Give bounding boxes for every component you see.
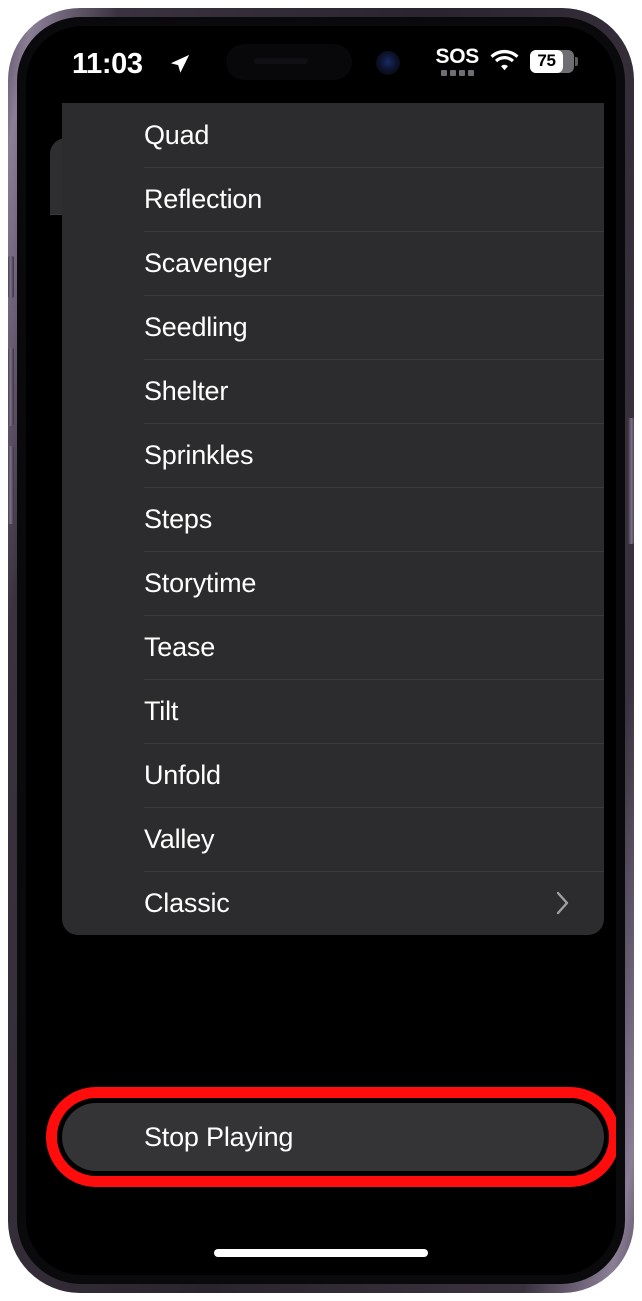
battery-level-label: 75 [537, 51, 556, 70]
home-indicator[interactable] [214, 1249, 428, 1257]
tone-list-item[interactable]: Quad [62, 103, 604, 167]
volume-up-button[interactable] [8, 348, 14, 426]
tone-list-item[interactable]: Steps [62, 487, 604, 551]
tone-list-item[interactable]: Unfold [62, 743, 604, 807]
status-bar: 11:03 SOS 75 [26, 26, 616, 110]
tone-list[interactable]: Quad Reflection Scavenger Seedling Shelter Sp… [62, 103, 604, 935]
power-button[interactable] [628, 418, 634, 544]
phone-device-frame: 11:03 SOS 75 Quad Reflection Scavenger S… [8, 8, 634, 1293]
cellular-signal-dots-icon [440, 70, 474, 76]
tone-list-item[interactable]: Seedling [62, 295, 604, 359]
sos-indicator: SOS [436, 46, 479, 76]
tone-list-item-label: Quad [144, 119, 210, 150]
stop-playing-button[interactable]: Stop Playing [62, 1103, 604, 1171]
tone-list-item[interactable]: Classic [62, 871, 604, 935]
tone-list-item-label: Tilt [144, 695, 179, 726]
tone-list-item-label: Shelter [144, 375, 229, 406]
tone-list-item-label: Classic [144, 887, 230, 918]
tone-list-item-label: Unfold [144, 759, 221, 790]
sos-label: SOS [435, 45, 480, 68]
tone-list-item-label: Steps [144, 503, 213, 534]
tone-list-item-label: Tease [144, 631, 216, 662]
tone-list-item[interactable]: Tilt [62, 679, 604, 743]
chevron-right-icon [556, 891, 569, 915]
front-camera-icon [376, 51, 400, 75]
earpiece-speaker-icon [254, 58, 308, 64]
tone-list-item-label: Valley [144, 823, 215, 854]
tone-list-item[interactable]: Valley [62, 807, 604, 871]
tone-list-item[interactable]: Storytime [62, 551, 604, 615]
status-time: 11:03 [72, 48, 143, 80]
tone-list-item[interactable]: Scavenger [62, 231, 604, 295]
location-arrow-icon [170, 54, 190, 73]
tone-list-item-label: Sprinkles [144, 439, 254, 470]
tone-list-item[interactable]: Tease [62, 615, 604, 679]
volume-down-button[interactable] [8, 446, 14, 524]
tone-list-item-label: Storytime [144, 567, 257, 598]
tone-list-item[interactable]: Sprinkles [62, 423, 604, 487]
tone-list-item-label: Reflection [144, 183, 263, 214]
stop-playing-section: Stop Playing [26, 1061, 616, 1211]
tone-list-item-label: Seedling [144, 311, 248, 342]
battery-tip [575, 56, 578, 66]
tone-list-item[interactable]: Shelter [62, 359, 604, 423]
mute-switch-button[interactable] [8, 256, 14, 298]
phone-screen: 11:03 SOS 75 Quad Reflection Scavenger S… [26, 26, 616, 1275]
wifi-icon [490, 49, 519, 71]
status-bar-right-group: SOS 75 [436, 46, 578, 76]
tone-list-item-label: Scavenger [144, 247, 272, 278]
tone-list-item[interactable]: Reflection [62, 167, 604, 231]
battery-indicator: 75 [530, 49, 578, 73]
stop-playing-label: Stop Playing [144, 1121, 294, 1152]
